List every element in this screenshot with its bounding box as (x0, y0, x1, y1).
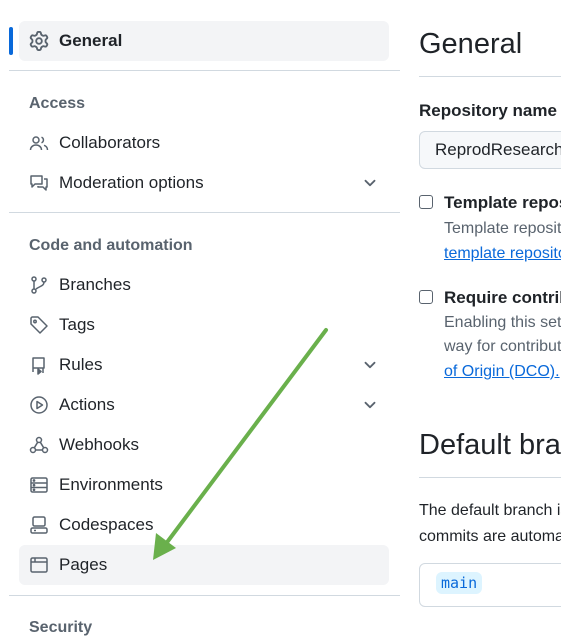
default-branch-box: main (419, 563, 561, 607)
active-indicator (9, 27, 13, 55)
sidebar-item-pages[interactable]: Pages (19, 545, 389, 585)
chevron-down-icon[interactable] (361, 174, 379, 192)
sidebar-item-label: Webhooks (59, 435, 140, 454)
git-branch-icon (29, 275, 49, 295)
template-repository-title: Template repository (444, 193, 561, 212)
repository-name-input[interactable]: ReprodResearch (419, 131, 561, 169)
browser-icon (29, 555, 49, 575)
webhook-icon (29, 435, 49, 455)
section-heading-access: Access (29, 95, 86, 112)
page-title: General (419, 28, 523, 60)
gear-icon (29, 31, 49, 51)
require-signoff-description: Enabling this setting will require contr… (444, 314, 561, 331)
default-branch-description: The default branch is considered the "ba… (419, 502, 561, 519)
sidebar-item-general[interactable]: General (19, 21, 389, 61)
tag-icon (29, 315, 49, 335)
sidebar-item-codespaces[interactable]: Codespaces (19, 505, 389, 545)
dco-link[interactable]: of Origin (DCO). (444, 363, 560, 381)
sidebar-item-label: Collaborators (59, 133, 161, 152)
people-icon (29, 133, 49, 153)
template-repository-description: Template repositories let users generate… (444, 220, 561, 237)
sidebar-item-environments[interactable]: Environments (19, 465, 389, 505)
sidebar-item-label: Branches (59, 275, 131, 294)
sidebar-item-label: General (59, 31, 123, 50)
divider (419, 477, 561, 478)
sidebar-item-branches[interactable]: Branches (19, 265, 389, 305)
require-signoff-title: Require contributors to sign off on web-… (444, 288, 561, 307)
sidebar-item-label: Moderation options (59, 173, 204, 192)
default-branch-heading: Default branch (419, 429, 561, 461)
settings-main-content: General Repository name ReprodResearch T… (419, 0, 561, 642)
template-repository-link[interactable]: template repository (444, 245, 561, 263)
sidebar-item-rules[interactable]: Rules (19, 345, 389, 385)
play-icon (29, 395, 49, 415)
divider (9, 212, 400, 213)
divider (9, 70, 400, 71)
sidebar-item-webhooks[interactable]: Webhooks (19, 425, 389, 465)
settings-sidebar: General Access Collaborators Moderation … (0, 0, 400, 642)
sidebar-item-actions[interactable]: Actions (19, 385, 389, 425)
require-signoff-description: way for contributors to affirm that thei… (444, 338, 561, 355)
chevron-down-icon[interactable] (361, 396, 379, 414)
repo-push-icon (29, 355, 49, 375)
sidebar-item-label: Pages (59, 555, 108, 574)
sidebar-item-label: Tags (59, 315, 95, 334)
section-heading-security: Security (29, 619, 93, 636)
divider (419, 76, 561, 77)
server-icon (29, 475, 49, 495)
repository-name-label: Repository name (419, 101, 557, 120)
require-signoff-checkbox[interactable] (419, 290, 433, 304)
section-heading-code-and-automation: Code and automation (29, 237, 193, 254)
sidebar-item-tags[interactable]: Tags (19, 305, 389, 345)
default-branch-name: main (436, 572, 483, 594)
sidebar-item-label: Actions (59, 395, 115, 414)
sidebar-item-label: Codespaces (59, 515, 154, 534)
comment-discussion-icon (29, 173, 49, 193)
sidebar-item-moderation-options[interactable]: Moderation options (19, 163, 389, 203)
template-repository-checkbox[interactable] (419, 195, 433, 209)
sidebar-item-label: Rules (59, 355, 103, 374)
default-branch-description: commits are automatically made, unless y… (419, 528, 561, 545)
sidebar-item-label: Environments (59, 475, 163, 494)
codespaces-icon (29, 515, 49, 535)
chevron-down-icon[interactable] (361, 356, 379, 374)
sidebar-item-collaborators[interactable]: Collaborators (19, 123, 389, 163)
divider (9, 595, 400, 596)
